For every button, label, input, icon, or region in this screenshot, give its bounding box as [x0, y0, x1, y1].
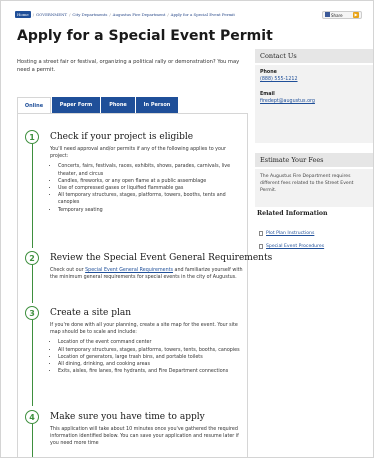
list-item: Temporary seating [58, 207, 243, 214]
method-tabs: Online Paper Form Phone In Person [17, 97, 178, 113]
sidebar: Contact Us Phone (888) 555-1212 Email fi… [255, 49, 373, 207]
contact-heading: Contact Us [255, 49, 373, 63]
breadcrumb: Home / GOVERNMENT / City Departments / Augustu… [15, 11, 235, 18]
related-link-label: Special Event Procedures [266, 244, 325, 249]
step-number: 3 [25, 306, 39, 320]
page-title: Apply for a Special Event Permit [17, 28, 273, 44]
list-item: Location of the event command center [58, 339, 243, 346]
share-label: Share [331, 13, 343, 18]
site-plan-list: Location of the event command center All… [50, 339, 243, 375]
list-item: Candles, fireworks, or any open flame at… [58, 178, 243, 185]
share-label-wrap: Share [325, 12, 343, 18]
contact-box: Phone (888) 555-1212 Email firedept@augu… [255, 65, 373, 143]
fees-heading: Estimate Your Fees [255, 153, 373, 167]
step-connector [32, 144, 33, 248]
list-item: Concerts, fairs, festivals, races, exhib… [58, 163, 243, 177]
intro-text: Hosting a street fair or festival, organ… [17, 59, 240, 73]
eligibility-list: Concerts, fairs, festivals, races, exhib… [50, 163, 243, 213]
tab-in-person[interactable]: In Person [136, 97, 178, 113]
step-title: Review the Special Event General Require… [50, 253, 273, 263]
step-text: If you're done with all your planning, c… [50, 323, 238, 336]
fees-text: The Augustus Fire Department requires di… [255, 169, 373, 207]
step-connector [32, 424, 33, 457]
breadcrumb-current: Apply for a Special Event Permit [170, 12, 235, 17]
phone-link[interactable]: (888) 555-1212 [260, 77, 368, 82]
breadcrumb-home[interactable]: Home [15, 11, 31, 18]
share-button[interactable]: Share ▶ [322, 11, 362, 19]
list-item: All dining, drinking, and cooking areas [58, 361, 243, 368]
step-title: Make sure you have time to apply [50, 412, 205, 422]
phone-label: Phone [260, 70, 277, 75]
step-number: 4 [25, 410, 39, 424]
step-title: Check if your project is eligible [50, 132, 194, 142]
breadcrumb-government[interactable]: GOVERNMENT [36, 12, 67, 17]
related-heading: Related Information [257, 210, 328, 217]
requirements-link[interactable]: Special Event General Requirements [85, 268, 173, 273]
tab-online[interactable]: Online [17, 97, 51, 113]
related-link-label: Plot Plan Instructions [266, 231, 315, 236]
step-body: This application will take about 10 minu… [50, 427, 239, 447]
list-item: Exits, aisles, fire lanes, fire hydrants… [58, 368, 243, 375]
tab-phone[interactable]: Phone [101, 97, 135, 113]
related-link-plot-plan[interactable]: Plot Plan Instructions [259, 231, 314, 236]
step-connector [32, 265, 33, 303]
step-text: You'll need approval and/or permits if a… [50, 147, 226, 160]
document-icon [259, 231, 263, 236]
facebook-icon [325, 12, 330, 17]
step-body: You'll need approval and/or permits if a… [50, 146, 243, 214]
breadcrumb-separator: / [109, 12, 111, 17]
breadcrumb-separator: / [69, 12, 71, 17]
step-number: 1 [25, 130, 39, 144]
step-body: If you're done with all your planning, c… [50, 322, 243, 375]
tab-paper-form[interactable]: Paper Form [52, 97, 100, 113]
step-text: Check out our [50, 268, 86, 273]
related-link-procedures[interactable]: Special Event Procedures [259, 244, 324, 249]
step-body: Check out our Special Event General Requ… [50, 267, 243, 281]
step-number: 2 [25, 251, 39, 265]
share-more-icon[interactable]: ▶ [353, 12, 359, 18]
email-label: Email [260, 92, 275, 97]
step-connector [32, 320, 33, 406]
breadcrumb-separator: / [167, 12, 169, 17]
page-frame: Home / GOVERNMENT / City Departments / Augustu… [0, 0, 374, 458]
breadcrumb-city-departments[interactable]: City Departments [72, 12, 107, 17]
list-item: All temporary structures, stages, platfo… [58, 192, 243, 206]
breadcrumb-separator: / [32, 12, 35, 17]
list-item: Use of compressed gases or liquified fla… [58, 185, 243, 192]
document-icon [259, 244, 263, 249]
list-item: All temporary structures, stages, platfo… [58, 347, 243, 354]
breadcrumb-fire-department[interactable]: Augustus Fire Department [113, 12, 166, 17]
email-link[interactable]: firedept@augustus.org [260, 99, 368, 104]
tab-panel-online: 1 Check if your project is eligible You'… [17, 113, 272, 457]
step-title: Create a site plan [50, 308, 132, 318]
list-item: Location of generators, large trash bins… [58, 354, 243, 361]
